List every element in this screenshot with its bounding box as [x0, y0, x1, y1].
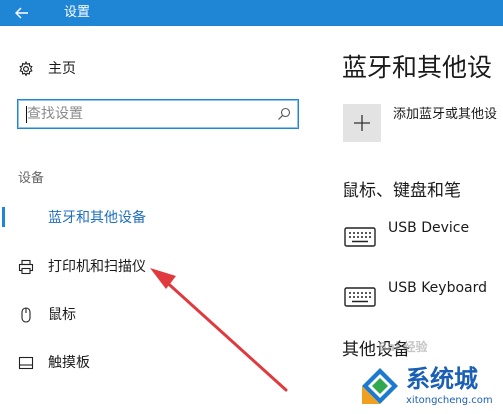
watermark-url: xitongcheng.com: [406, 395, 493, 406]
device-name: USB Keyboard: [388, 280, 487, 296]
selected-indicator: [2, 207, 5, 227]
device-name: USB Device: [388, 220, 470, 236]
sidebar-item-bluetooth[interactable]: 蓝牙和其他设备: [0, 202, 320, 232]
main-content: 蓝牙和其他设 添加蓝牙或其他设 鼠标、键盘和笔 USB Device USB K…: [320, 26, 503, 414]
gear-icon: [17, 60, 35, 78]
nav-home-label: 主页: [48, 61, 76, 77]
touchpad-icon: [17, 354, 35, 372]
search-icon[interactable]: [276, 106, 292, 122]
mouse-icon: [17, 306, 35, 324]
sidebar-item-label: 蓝牙和其他设备: [48, 210, 146, 226]
xitongcheng-logo-icon: [362, 368, 398, 404]
nav-home[interactable]: 主页: [0, 53, 320, 83]
sidebar: 主页 设备 蓝牙和其他设备 打印机和扫描仪: [0, 26, 320, 414]
device-item[interactable]: USB Device: [342, 218, 503, 254]
keyboard-icon: [344, 287, 376, 307]
device-item[interactable]: USB Keyboard: [342, 278, 503, 314]
sidebar-item-touchpad[interactable]: 触摸板: [0, 347, 320, 377]
sidebar-item-mouse[interactable]: 鼠标: [0, 299, 320, 329]
back-arrow-icon: [15, 7, 28, 19]
title-bar: 设置: [0, 0, 503, 26]
site-watermark: 系统城 xitongcheng.com: [358, 364, 503, 414]
printer-icon: [17, 258, 35, 276]
add-device-button[interactable]: [343, 104, 381, 142]
watermark-brand: 系统城: [406, 365, 478, 393]
section-heading-input-devices: 鼠标、键盘和笔: [342, 181, 461, 201]
sidebar-item-label: 触摸板: [48, 355, 90, 371]
keyboard-icon: [344, 227, 376, 247]
search-input[interactable]: [27, 103, 267, 125]
window-title: 设置: [64, 5, 91, 20]
plus-icon: [354, 115, 370, 131]
baidu-watermark: Bai 经验: [378, 340, 428, 354]
add-device-label[interactable]: 添加蓝牙或其他设: [393, 106, 497, 124]
page-title: 蓝牙和其他设: [342, 53, 493, 82]
search-box[interactable]: [17, 99, 299, 129]
sidebar-item-label: 鼠标: [48, 307, 76, 323]
bluetooth-devices-icon: [17, 209, 35, 227]
back-button[interactable]: [0, 0, 44, 26]
sidebar-item-label: 打印机和扫描仪: [48, 259, 146, 275]
sidebar-item-printers[interactable]: 打印机和扫描仪: [0, 251, 320, 281]
section-label-devices: 设备: [18, 171, 45, 186]
